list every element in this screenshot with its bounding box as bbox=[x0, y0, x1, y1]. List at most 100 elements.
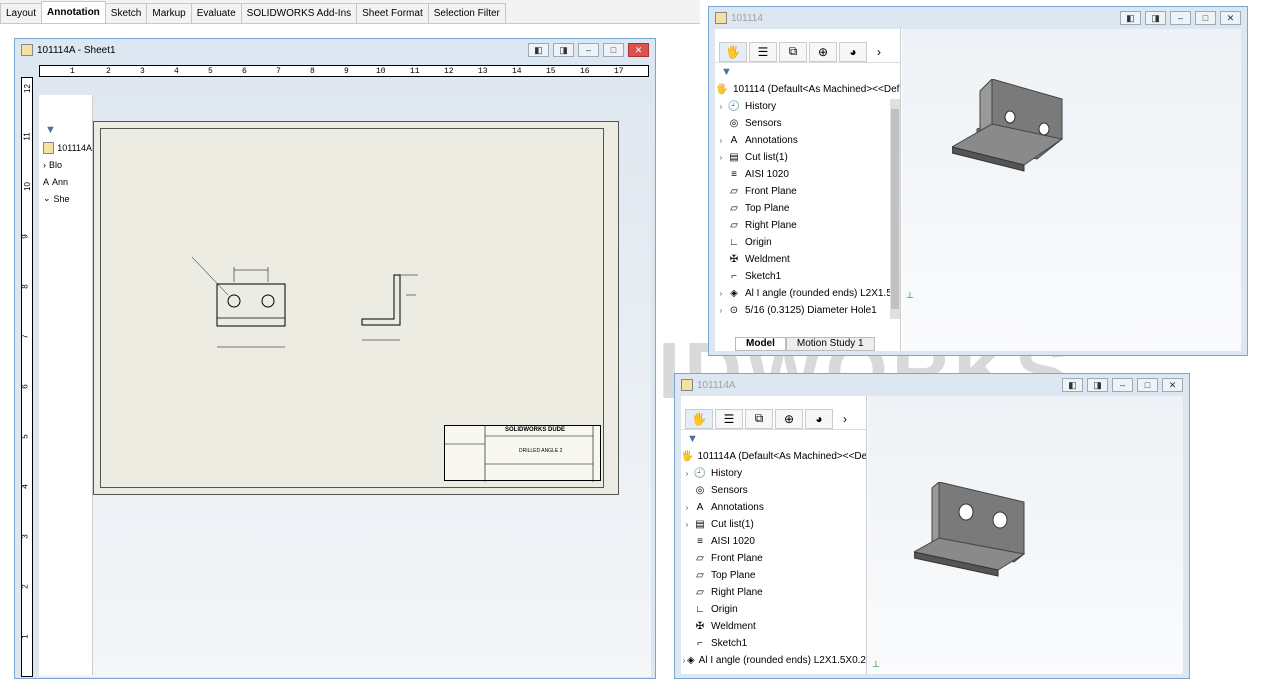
side-view[interactable] bbox=[354, 270, 434, 360]
expand-icon[interactable]: › bbox=[715, 306, 727, 315]
filter-icon[interactable]: ▼ bbox=[681, 430, 866, 448]
maximize-button[interactable]: □ bbox=[1137, 378, 1158, 392]
expand-icon[interactable]: › bbox=[715, 102, 727, 111]
display-manager-tab[interactable]: ◕ bbox=[805, 408, 833, 429]
maximize-button[interactable]: □ bbox=[603, 43, 624, 57]
expand-icon[interactable]: › bbox=[715, 153, 727, 162]
tree-item-annotations[interactable]: › A Annotations bbox=[681, 499, 866, 516]
tile-left-button[interactable]: ◧ bbox=[1120, 11, 1141, 25]
property-manager-tab[interactable]: ☰ bbox=[749, 41, 777, 62]
tree-item-front-plane[interactable]: ▱ Front Plane bbox=[681, 550, 866, 567]
more-tabs-chevron-icon[interactable]: › bbox=[877, 45, 881, 59]
close-button[interactable]: ✕ bbox=[628, 43, 649, 57]
filter-icon[interactable]: ▼ bbox=[715, 63, 900, 81]
tab-annotation[interactable]: Annotation bbox=[41, 1, 106, 23]
close-button[interactable]: ✕ bbox=[1220, 11, 1241, 25]
tree-item-origin[interactable]: ∟ Origin bbox=[715, 234, 900, 251]
tree-item-cut-list[interactable]: › ▤ Cut list(1) bbox=[715, 149, 900, 166]
tree-item-cut-list[interactable]: › ▤ Cut list(1) bbox=[681, 516, 866, 533]
front-view[interactable] bbox=[182, 252, 322, 352]
drawing-window[interactable]: 101114A - Sheet1 ◧ ◨ – □ ✕ 1 2 3 4 5 6 7… bbox=[14, 38, 656, 679]
more-tabs-chevron-icon[interactable]: › bbox=[843, 412, 847, 426]
tree-root-label: 101114A bbox=[57, 142, 92, 153]
tab-solidworks-addins[interactable]: SOLIDWORKS Add-Ins bbox=[240, 3, 358, 23]
filter-icon[interactable]: ▼ bbox=[39, 121, 92, 139]
dimxpert-manager-tab[interactable]: ⊕ bbox=[775, 408, 803, 429]
tree-item-material[interactable]: ≡ AISI 1020 bbox=[681, 533, 866, 550]
tree-item[interactable]: ⌄ She bbox=[39, 190, 92, 207]
tile-left-button[interactable]: ◧ bbox=[528, 43, 549, 57]
angle-part-model[interactable] bbox=[914, 482, 1034, 578]
tree-item-top-plane[interactable]: ▱ Top Plane bbox=[681, 567, 866, 584]
tile-right-button[interactable]: ◨ bbox=[1087, 378, 1108, 392]
angle-part-model[interactable] bbox=[952, 79, 1082, 179]
tab-evaluate[interactable]: Evaluate bbox=[190, 3, 242, 23]
title-block[interactable]: SOLIDWORKS DUDE DRILLED ANGLE 2 bbox=[444, 425, 601, 482]
tree-item-history[interactable]: › 🕘 History bbox=[715, 98, 900, 115]
tab-layout[interactable]: Layout bbox=[0, 3, 43, 23]
tree-item-structural-member[interactable]: › ◈ Al I angle (rounded ends) L2X1.5) bbox=[715, 285, 900, 302]
tree-item-sketch[interactable]: ⌐ Sketch1 bbox=[681, 635, 866, 652]
tree-item-top-plane[interactable]: ▱ Top Plane bbox=[715, 200, 900, 217]
tree-item-hole[interactable]: › ⊙ 5/16 (0.3125) Diameter Hole1 bbox=[715, 302, 900, 319]
3d-viewport[interactable]: ⊥ bbox=[902, 29, 1241, 351]
tab-sketch[interactable]: Sketch bbox=[104, 3, 148, 23]
tree-item-weldment[interactable]: ✠ Weldment bbox=[681, 618, 866, 635]
tree-item-history[interactable]: › 🕘 History bbox=[681, 465, 866, 482]
model-tab[interactable]: Model bbox=[735, 337, 786, 351]
expand-icon[interactable]: › bbox=[681, 520, 693, 529]
motion-study-tab[interactable]: Motion Study 1 bbox=[785, 337, 875, 351]
tab-selection-filter[interactable]: Selection Filter bbox=[427, 3, 506, 23]
tile-right-button[interactable]: ◨ bbox=[553, 43, 574, 57]
tree-item-right-plane[interactable]: ▱ Right Plane bbox=[681, 584, 866, 601]
close-button[interactable]: ✕ bbox=[1162, 378, 1183, 392]
collapse-icon[interactable]: ⌄ bbox=[43, 193, 51, 204]
tree-item[interactable]: › Blo bbox=[39, 156, 92, 173]
tile-right-button[interactable]: ◨ bbox=[1145, 11, 1166, 25]
tree-item-sketch[interactable]: ⌐ Sketch1 bbox=[715, 268, 900, 285]
tree-item-label: History bbox=[711, 468, 743, 479]
configuration-manager-tab[interactable]: ⧉ bbox=[779, 41, 807, 62]
tab-markup[interactable]: Markup bbox=[146, 3, 192, 23]
minimize-button[interactable]: – bbox=[1170, 11, 1191, 25]
tree-root[interactable]: 101114A bbox=[39, 139, 92, 156]
tree-scrollbar[interactable] bbox=[890, 99, 900, 319]
tree-item-origin[interactable]: ∟ Origin bbox=[681, 601, 866, 618]
expand-icon[interactable]: › bbox=[681, 503, 693, 512]
feature-manager-tab[interactable]: 🖐 bbox=[685, 408, 713, 429]
part-window-101114a[interactable]: 101114A ◧ ◨ – □ ✕ 🖐 ☰ ⧉ ⊕ ◕ › ▼ 🖐 101114A… bbox=[674, 373, 1190, 679]
tile-left-button[interactable]: ◧ bbox=[1062, 378, 1083, 392]
tree-root[interactable]: 🖐 101114 (Default<As Machined><<Def bbox=[715, 81, 900, 98]
dimxpert-manager-tab[interactable]: ⊕ bbox=[809, 41, 837, 62]
tree-root[interactable]: 🖐 101114A (Default<As Machined><<Defa bbox=[681, 448, 866, 465]
minimize-button[interactable]: – bbox=[1112, 378, 1133, 392]
tree-item-right-plane[interactable]: ▱ Right Plane bbox=[715, 217, 900, 234]
tree-item-weldment[interactable]: ✠ Weldment bbox=[715, 251, 900, 268]
property-manager-tab[interactable]: ☰ bbox=[715, 408, 743, 429]
drawing-graphics-area[interactable]: ▼ 101114A ›Blo AAnn ⌄She ⌕ ⊡ ⊕ ✥ ↻ ▣ ◉ bbox=[39, 77, 651, 677]
drawing-sheet[interactable]: SOLIDWORKS DUDE DRILLED ANGLE 2 bbox=[93, 121, 619, 495]
minimize-button[interactable]: – bbox=[578, 43, 599, 57]
scrollbar-thumb[interactable] bbox=[891, 109, 899, 309]
feature-manager-tab[interactable]: 🖐 bbox=[719, 41, 747, 62]
expand-icon[interactable]: › bbox=[43, 160, 46, 170]
tree-root-label: 101114 (Default<As Machined><<Def bbox=[733, 84, 900, 95]
maximize-button[interactable]: □ bbox=[1195, 11, 1216, 25]
tree-item-front-plane[interactable]: ▱ Front Plane bbox=[715, 183, 900, 200]
tree-item-annotations[interactable]: › A Annotations bbox=[715, 132, 900, 149]
expand-icon[interactable]: › bbox=[715, 136, 727, 145]
tree-item[interactable]: A Ann bbox=[39, 173, 92, 190]
part-window-101114[interactable]: 101114 ◧ ◨ – □ ✕ 🖐 ☰ ⧉ ⊕ ◕ › ▼ 🖐 101114 (… bbox=[708, 6, 1248, 356]
configuration-manager-tab[interactable]: ⧉ bbox=[745, 408, 773, 429]
tree-item-sensors[interactable]: ◎ Sensors bbox=[715, 115, 900, 132]
expand-icon[interactable]: › bbox=[681, 469, 693, 478]
3d-viewport[interactable]: ⊥ bbox=[868, 396, 1183, 674]
tree-item-label: Origin bbox=[745, 237, 772, 248]
tree-item-structural-member[interactable]: › ◈ Al I angle (rounded ends) L2X1.5X0.2 bbox=[681, 652, 866, 669]
ruler-tick: 12 bbox=[444, 67, 454, 76]
tree-item-sensors[interactable]: ◎ Sensors bbox=[681, 482, 866, 499]
display-manager-tab[interactable]: ◕ bbox=[839, 41, 867, 62]
expand-icon[interactable]: › bbox=[715, 289, 727, 298]
tree-item-material[interactable]: ≡ AISI 1020 bbox=[715, 166, 900, 183]
tab-sheet-format[interactable]: Sheet Format bbox=[356, 3, 429, 23]
